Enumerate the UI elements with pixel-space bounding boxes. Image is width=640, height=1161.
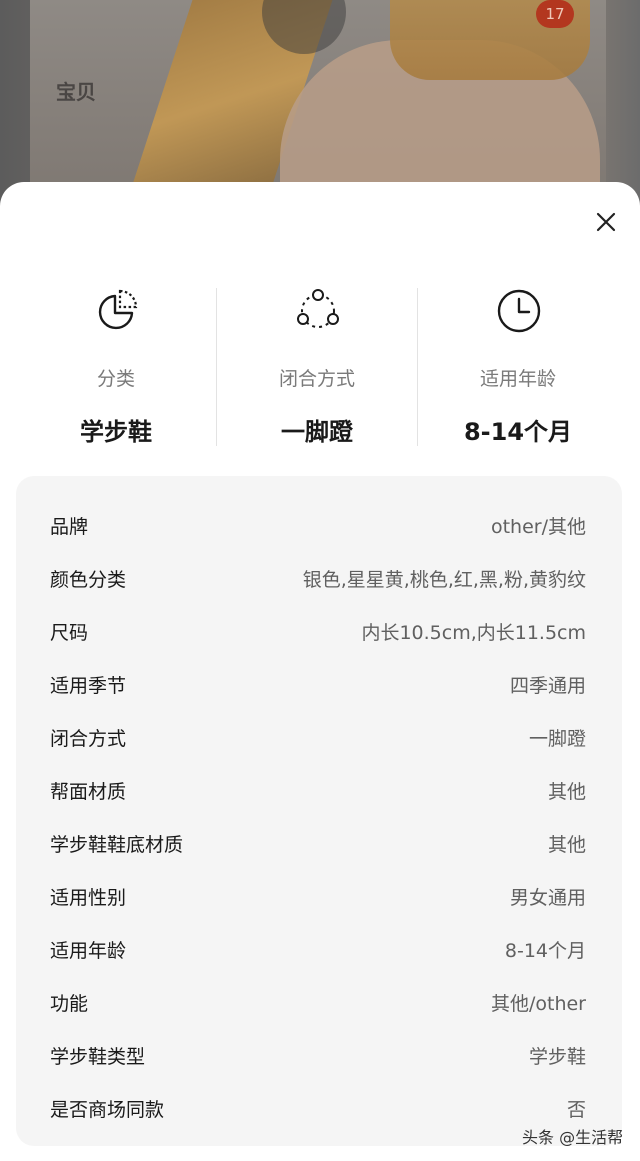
spec-value: 否 bbox=[566, 1099, 586, 1121]
summary-closure: 闭合方式 一脚蹬 bbox=[217, 288, 417, 448]
spec-key: 适用年龄 bbox=[50, 940, 127, 962]
summary-category: 分类 学步鞋 bbox=[16, 288, 216, 448]
summary-row: 分类 学步鞋 闭合方式 一脚蹬 适用年龄 8-14个月 bbox=[0, 288, 640, 448]
image-count-badge: 17 bbox=[536, 0, 574, 28]
spec-key: 学步鞋类型 bbox=[50, 1046, 146, 1068]
spec-key: 学步鞋鞋底材质 bbox=[50, 834, 184, 856]
spec-value: 银色,星星黄,桃色,红,黑,粉,黄豹纹 bbox=[302, 569, 586, 591]
spec-key: 尺码 bbox=[50, 622, 89, 644]
spec-row-closure: 闭合方式 一脚蹬 bbox=[16, 716, 622, 756]
spec-value: 男女通用 bbox=[509, 887, 586, 909]
summary-value: 一脚蹬 bbox=[281, 418, 353, 446]
spec-value: 一脚蹬 bbox=[528, 728, 586, 750]
pie-chart-icon bbox=[98, 289, 138, 330]
close-button[interactable] bbox=[586, 202, 626, 242]
spec-value: 8-14个月 bbox=[504, 940, 586, 962]
spec-value: 四季通用 bbox=[509, 675, 586, 697]
spec-key: 适用季节 bbox=[50, 675, 127, 697]
spec-value: 学步鞋 bbox=[528, 1046, 586, 1068]
spec-row-brand: 品牌 other/其他 bbox=[16, 504, 622, 544]
spec-value: 其他 bbox=[547, 834, 586, 856]
spec-row-size: 尺码 内长10.5cm,内长11.5cm bbox=[16, 610, 622, 650]
spec-value: 内长10.5cm,内长11.5cm bbox=[361, 622, 586, 644]
summary-label: 适用年龄 bbox=[479, 368, 556, 390]
spec-row-function: 功能 其他/other bbox=[16, 981, 622, 1021]
summary-label: 分类 bbox=[96, 368, 135, 390]
summary-value: 8-14个月 bbox=[463, 418, 573, 446]
clock-icon bbox=[497, 289, 541, 333]
spec-value: 其他/other bbox=[490, 993, 586, 1015]
three-dots-cycle-icon bbox=[297, 289, 339, 328]
spec-row-mall-same: 是否商场同款 否 bbox=[16, 1087, 622, 1127]
spec-key: 适用性别 bbox=[50, 887, 127, 909]
background-tab-label: 宝贝 bbox=[56, 80, 96, 104]
spec-row-type: 学步鞋类型 学步鞋 bbox=[16, 1034, 622, 1074]
spec-value: 其他 bbox=[547, 781, 586, 803]
spec-key: 品牌 bbox=[50, 516, 89, 538]
summary-value: 学步鞋 bbox=[80, 418, 152, 446]
summary-label: 闭合方式 bbox=[278, 368, 355, 390]
spec-key: 是否商场同款 bbox=[50, 1099, 165, 1121]
spec-row-color: 颜色分类 银色,星星黄,桃色,红,黑,粉,黄豹纹 bbox=[16, 557, 622, 597]
summary-age: 适用年龄 8-14个月 bbox=[418, 288, 618, 448]
close-icon bbox=[596, 212, 616, 232]
spec-row-sole-material: 学步鞋鞋底材质 其他 bbox=[16, 822, 622, 862]
spec-row-upper-material: 帮面材质 其他 bbox=[16, 769, 622, 809]
spec-key: 颜色分类 bbox=[50, 569, 127, 591]
spec-key: 帮面材质 bbox=[50, 781, 127, 803]
spec-row-age: 适用年龄 8-14个月 bbox=[16, 928, 622, 968]
spec-row-season: 适用季节 四季通用 bbox=[16, 663, 622, 703]
spec-row-gender: 适用性别 男女通用 bbox=[16, 875, 622, 915]
spec-key: 闭合方式 bbox=[50, 728, 127, 750]
spec-value: other/其他 bbox=[490, 516, 586, 538]
product-parameters-sheet: 分类 学步鞋 闭合方式 一脚蹬 适用年龄 8-14个月 品牌 other/其他 … bbox=[0, 182, 640, 1161]
spec-key: 功能 bbox=[50, 993, 89, 1015]
watermark: 头条 @生活帮 bbox=[522, 1128, 624, 1147]
spec-table: 品牌 other/其他 颜色分类 银色,星星黄,桃色,红,黑,粉,黄豹纹 尺码 … bbox=[16, 476, 622, 1146]
